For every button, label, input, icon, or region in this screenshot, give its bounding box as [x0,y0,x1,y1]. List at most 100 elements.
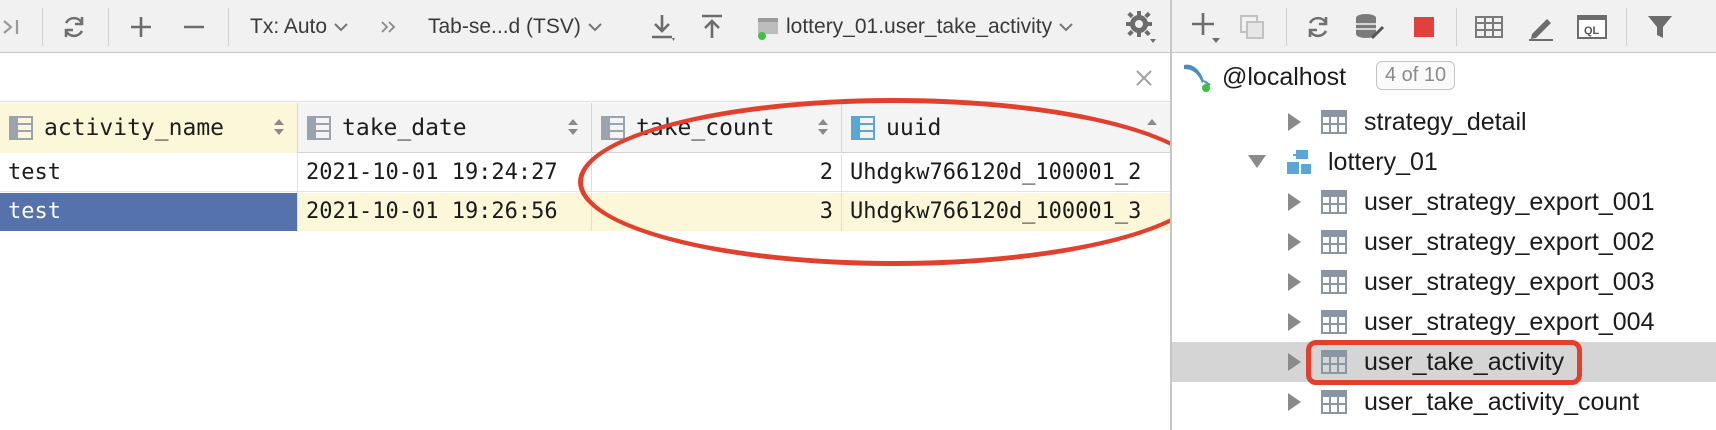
upload-icon [702,14,722,38]
edit-button[interactable] [1526,0,1556,53]
table-icon [1321,310,1347,334]
expand-arrow-icon[interactable] [1288,353,1301,371]
column-icon [851,116,875,140]
cell-uuid[interactable]: Uhdgkw766120d_100001_3 [842,193,1170,231]
column-header-take-count[interactable]: take_count [592,103,842,153]
filter-button[interactable] [1646,0,1674,53]
table-icon [1321,350,1347,374]
sort-icon[interactable] [567,117,579,137]
tree-host-node[interactable]: @localhost 4 of 10 [1172,57,1716,97]
cell-take-count[interactable]: 3 [592,193,842,231]
column-icon [9,116,33,140]
settings-button[interactable] [1124,0,1158,53]
toolbar-separator [1456,8,1457,46]
filter-bar[interactable] [0,54,1170,102]
query-console-button[interactable]: QL [1576,0,1608,53]
sort-icon[interactable] [817,117,829,137]
column-header-activity-name[interactable]: activity_name [0,103,298,153]
pencil-icon [1529,18,1553,41]
tree-node-lottery-01[interactable]: lottery_01 [1172,142,1716,182]
explorer-toolbar: QL [1172,0,1716,53]
cell-uuid[interactable]: Uhdgkw766120d_100001_2 [842,154,1170,192]
refresh-button[interactable] [60,0,88,53]
cell-take-date[interactable]: 2021-10-01 19:24:27 [298,154,592,192]
open-table-button[interactable] [1474,0,1504,53]
tree-item-label: lottery_01 [1328,147,1438,176]
export-format-dropdown[interactable]: Tab-se...d (TSV) [428,0,603,53]
database-explorer: QL @localhost 4 of 10 strategy_detail lo… [1172,0,1716,430]
delete-row-button[interactable] [181,0,207,53]
expand-arrow-icon[interactable] [1288,393,1301,411]
column-header-uuid[interactable]: uuid [842,103,1170,153]
cell-take-date[interactable]: 2021-10-01 19:26:56 [298,193,592,231]
stop-icon [1414,16,1434,37]
upload-button[interactable] [698,0,726,53]
refresh-icon [1308,16,1328,37]
table-icon [1321,270,1347,294]
tx-mode-dropdown[interactable]: Tx: Auto [250,0,349,53]
tree-item-label: strategy_detail [1364,107,1527,136]
tree-item-label: user_take_activity_count [1364,387,1640,416]
table-selector[interactable]: lottery_01.user_take_activity [754,0,1074,53]
last-page-icon [3,19,19,34]
column-header-label: activity_name [44,115,225,141]
download-button[interactable] [648,0,678,53]
column-header-take-date[interactable]: take_date [298,103,592,153]
expand-arrow-icon[interactable] [1288,113,1301,131]
cell-activity-name[interactable]: test [0,154,298,192]
cell-take-count[interactable]: 2 [592,154,842,192]
query-console-icon: QL [1577,14,1607,39]
tree-node-user-strategy-export-001[interactable]: user_strategy_export_001 [1172,182,1716,222]
export-format-label: Tab-se...d (TSV) [428,14,581,38]
refresh-button[interactable] [1304,0,1332,53]
more-actions-button[interactable] [380,0,398,53]
table-name-label: lottery_01.user_take_activity [786,14,1053,38]
table-link-icon [758,17,778,40]
svg-text:QL: QL [1584,25,1600,37]
tree-node-user-strategy-export-003[interactable]: user_strategy_export_003 [1172,262,1716,302]
table-row[interactable]: test 2021-10-01 19:26:56 3 Uhdgkw766120d… [0,193,1170,231]
column-icon [601,116,625,140]
sort-icon[interactable] [273,117,285,137]
database-wrench-icon [1356,13,1385,39]
table-icon [1475,15,1503,38]
add-row-button[interactable] [128,0,154,53]
grid-header-row: activity_name take_date take_count uuid [0,103,1170,153]
table-icon [1321,390,1347,414]
cell-activity-name[interactable]: test [0,193,298,231]
schema-icon [1287,150,1311,174]
sort-icon[interactable] [1146,117,1158,137]
expand-arrow-icon[interactable] [1288,313,1301,331]
expand-arrow-icon[interactable] [1288,233,1301,251]
toolbar-separator [1286,8,1287,46]
close-filter-button[interactable] [1130,64,1158,92]
plus-icon [131,16,151,37]
new-button[interactable] [1190,0,1222,53]
refresh-icon [64,16,84,37]
table-icon [1321,110,1347,134]
expand-arrow-icon[interactable] [1288,193,1301,211]
tree-node-user-take-activity[interactable]: user_take_activity [1172,342,1716,382]
stop-button[interactable] [1412,0,1436,53]
tree-item-label: user_strategy_export_003 [1364,267,1655,296]
chevron-down-icon [1059,22,1073,31]
toolbar-separator [1626,8,1627,46]
tree-node-strategy-detail[interactable]: strategy_detail [1172,102,1716,142]
chevron-down-icon [334,22,348,31]
expand-arrow-icon[interactable] [1288,273,1301,291]
data-source-properties-button[interactable] [1354,0,1386,53]
tree-node-user-take-activity-count[interactable]: user_take_activity_count [1172,382,1716,422]
minus-icon [184,25,204,28]
last-page-button[interactable] [2,0,24,53]
duplicate-button[interactable] [1238,0,1266,53]
results-pane: Tx: Auto Tab-se...d (TSV) lottery_01.use… [0,0,1210,430]
copy-icon [1240,14,1264,39]
table-row[interactable]: test 2021-10-01 19:24:27 2 Uhdgkw766120d… [0,154,1170,192]
collapse-arrow-icon[interactable] [1248,155,1266,168]
tx-mode-label: Tx: Auto [250,14,328,38]
tree-item-label: user_strategy_export_001 [1364,187,1655,216]
tree-node-user-strategy-export-002[interactable]: user_strategy_export_002 [1172,222,1716,262]
tree-node-user-strategy-export-004[interactable]: user_strategy_export_004 [1172,302,1716,342]
host-count-badge: 4 of 10 [1376,61,1456,90]
column-header-label: take_date [342,115,467,141]
